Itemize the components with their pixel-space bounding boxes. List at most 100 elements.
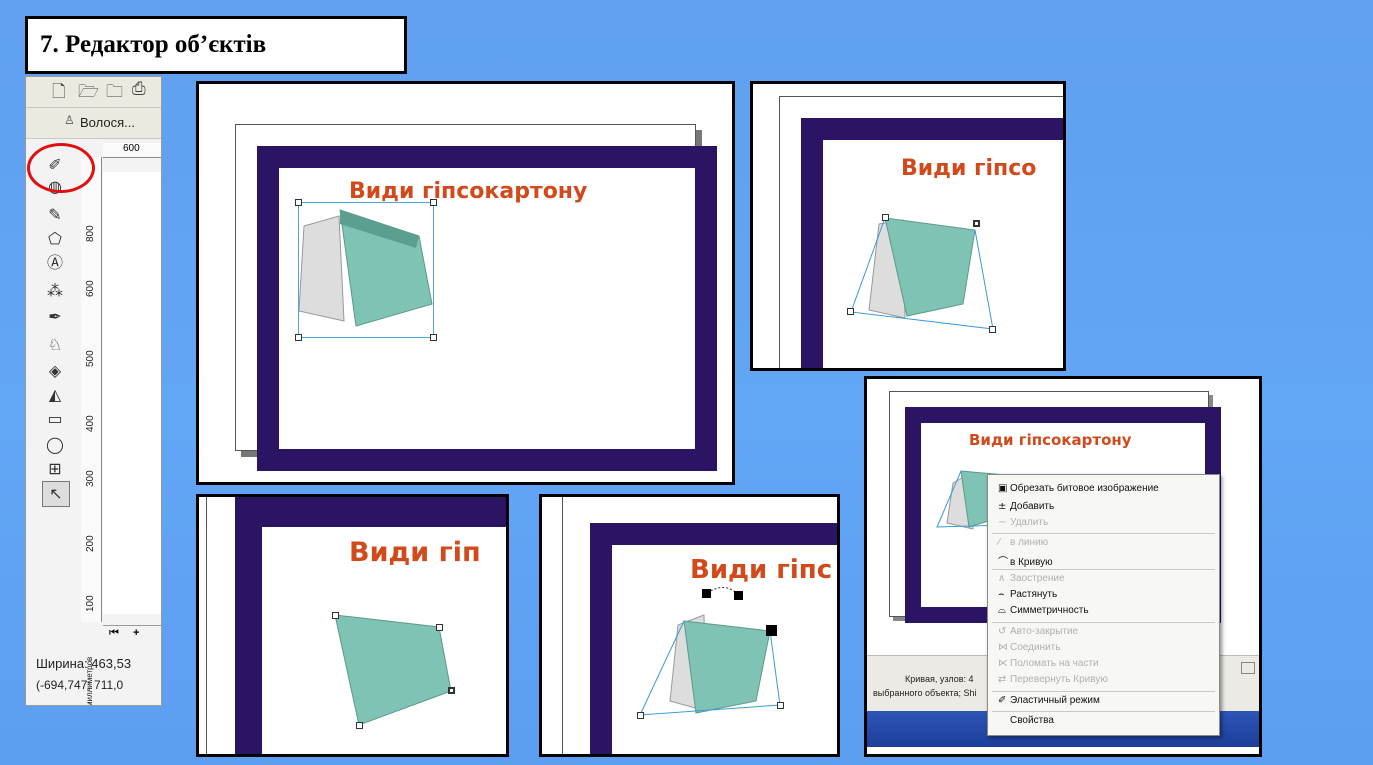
freehand-icon[interactable]: ✎ xyxy=(42,203,68,227)
selection-handle[interactable] xyxy=(295,334,302,341)
control-point[interactable] xyxy=(702,589,711,598)
font-icon: ♙ xyxy=(64,113,75,127)
selection-box xyxy=(298,202,434,338)
panel-2: Види гіпсо xyxy=(750,81,1066,371)
ruler-label: 600 xyxy=(123,143,140,154)
menu-item-break-apart[interactable]: ⋉ Поломать на части xyxy=(998,658,1099,673)
menu-item-symmetrical[interactable]: ⌓ Симметричность xyxy=(998,605,1089,620)
status-node-count: Кривая, узлов: 4 xyxy=(905,674,974,684)
coords-readout: (-694,747; 711,0 xyxy=(36,678,124,692)
menu-item-to-curve[interactable]: ⌒ в Кривую xyxy=(998,553,1053,568)
panel-1: Види гіпсокартону xyxy=(196,81,735,485)
menu-separator xyxy=(992,691,1215,692)
menu-item-elastic-mode[interactable]: ✐ Эластичный режим xyxy=(998,695,1100,710)
node-handle[interactable] xyxy=(973,220,980,227)
slide-heading: Види гіпсо xyxy=(901,156,1037,181)
standard-toolbar: 🗋 🗁 🗀 ⎙ xyxy=(26,77,161,108)
smooth-icon: ⌢ xyxy=(998,589,1005,600)
vertical-ruler: 800 600 500 400 300 200 100 миллиметров xyxy=(81,157,102,705)
ruler-tick: 400 xyxy=(85,415,96,432)
text-icon[interactable]: Ⓐ xyxy=(42,251,68,275)
menu-item-crop-bitmap[interactable]: ▣ Обрезать битовое изображение xyxy=(998,483,1159,498)
page-navigation: ⏮ + xyxy=(103,625,161,642)
menu-item-smooth[interactable]: ⌢ Растянуть xyxy=(998,589,1057,604)
slide-title: 7. Редактор об’єктів xyxy=(40,31,267,58)
node-handle[interactable] xyxy=(777,702,784,709)
control-point[interactable] xyxy=(734,591,743,600)
auto-close-icon: ↺ xyxy=(998,626,1007,637)
slide-heading: Види гіпсокартону xyxy=(969,431,1132,449)
new-document-icon[interactable]: 🗋 xyxy=(52,79,66,108)
node-handle[interactable] xyxy=(436,624,443,631)
polygon-icon[interactable]: ⬠ xyxy=(42,227,68,251)
print-icon[interactable]: ⎙ xyxy=(132,79,146,99)
status-hint: выбранного объекта; Shi xyxy=(873,688,977,698)
add-page-icon[interactable]: + xyxy=(133,627,139,639)
table-icon[interactable]: ⊞ xyxy=(42,457,68,481)
save-icon[interactable]: 🗀 xyxy=(106,79,123,108)
symmetrical-icon: ⌓ xyxy=(998,605,1006,616)
open-icon[interactable]: 🗁 xyxy=(78,79,99,108)
slide-title-box: 7. Редактор об’єктів xyxy=(25,16,407,74)
slide-heading: Види гіп xyxy=(349,537,481,568)
outline-icon[interactable]: ♘ xyxy=(42,333,68,357)
elastic-mode-icon: ✐ xyxy=(998,695,1007,706)
delete-node-icon: − xyxy=(998,517,1007,528)
menu-separator xyxy=(992,569,1215,570)
ruler-tick: 600 xyxy=(85,280,96,297)
ruler-tick: 100 xyxy=(85,595,96,612)
menu-separator xyxy=(992,533,1215,534)
menu-item-properties[interactable]: Свойства xyxy=(998,715,1054,730)
slide-heading: Види гіпс xyxy=(690,555,833,585)
ruler-tick: 300 xyxy=(85,470,96,487)
menu-item-reverse-curve[interactable]: ⇄ Перевернуть Кривую xyxy=(998,674,1108,689)
font-name-field[interactable]: Волося... xyxy=(80,115,135,130)
menu-item-auto-close[interactable]: ↺ Авто-закрытие xyxy=(998,626,1078,641)
node-handle[interactable] xyxy=(766,625,777,636)
selection-handle[interactable] xyxy=(430,334,437,341)
highlight-circle xyxy=(27,143,95,193)
rectangle-icon[interactable]: ▭ xyxy=(42,407,68,431)
panel-3: Види гіп xyxy=(196,494,509,757)
join-icon: ⋈ xyxy=(998,642,1008,653)
status-bar-icon[interactable] xyxy=(1241,662,1255,674)
ruler-tick: 500 xyxy=(85,350,96,367)
crop-bitmap-icon: ▣ xyxy=(998,483,1008,494)
node-handle[interactable] xyxy=(637,712,644,719)
node-handle[interactable] xyxy=(882,214,889,221)
node-handle[interactable] xyxy=(332,612,339,619)
node-handle[interactable] xyxy=(356,722,363,729)
interactive-fill-icon[interactable]: ◭ xyxy=(42,383,68,407)
ellipse-icon[interactable]: ◯ xyxy=(42,433,68,457)
drywall-image[interactable] xyxy=(634,585,784,725)
menu-item-add[interactable]: ± Добавить xyxy=(998,501,1054,516)
node-handle[interactable] xyxy=(847,308,854,315)
horizontal-ruler: 600 xyxy=(103,143,161,158)
eyedropper-icon[interactable]: ✒ xyxy=(42,305,68,329)
menu-item-join[interactable]: ⋈ Соединить xyxy=(998,642,1060,657)
drywall-image[interactable] xyxy=(845,214,1005,334)
first-page-icon[interactable]: ⏮ xyxy=(109,627,119,640)
node-handle[interactable] xyxy=(989,326,996,333)
ruler-tick: 200 xyxy=(85,535,96,552)
property-bar: ♙ Волося... xyxy=(26,108,161,139)
menu-item-to-line[interactable]: ⁄ в линию xyxy=(998,537,1048,552)
drawing-canvas[interactable] xyxy=(103,172,161,614)
reverse-curve-icon: ⇄ xyxy=(998,674,1007,685)
to-curve-icon: ⌒ xyxy=(998,557,1008,568)
cusp-icon: ∧ xyxy=(998,573,1006,584)
menu-separator xyxy=(992,711,1215,712)
blend-icon[interactable]: ⁂ xyxy=(42,279,68,303)
selection-handle[interactable] xyxy=(430,199,437,206)
selection-handle[interactable] xyxy=(295,199,302,206)
menu-item-cusp[interactable]: ∧ Заострение xyxy=(998,573,1065,588)
break-apart-icon: ⋉ xyxy=(998,658,1008,669)
pick-icon[interactable]: ↖ xyxy=(42,481,70,507)
menu-separator xyxy=(992,622,1215,623)
node-handle[interactable] xyxy=(448,687,455,694)
fill-icon[interactable]: ◈ xyxy=(42,359,68,383)
to-line-icon: ⁄ xyxy=(998,537,1000,548)
context-menu: ▣ Обрезать битовое изображение ± Добавить … xyxy=(987,474,1220,736)
menu-item-delete[interactable]: − Удалить xyxy=(998,517,1048,532)
add-node-icon: ± xyxy=(998,501,1007,512)
